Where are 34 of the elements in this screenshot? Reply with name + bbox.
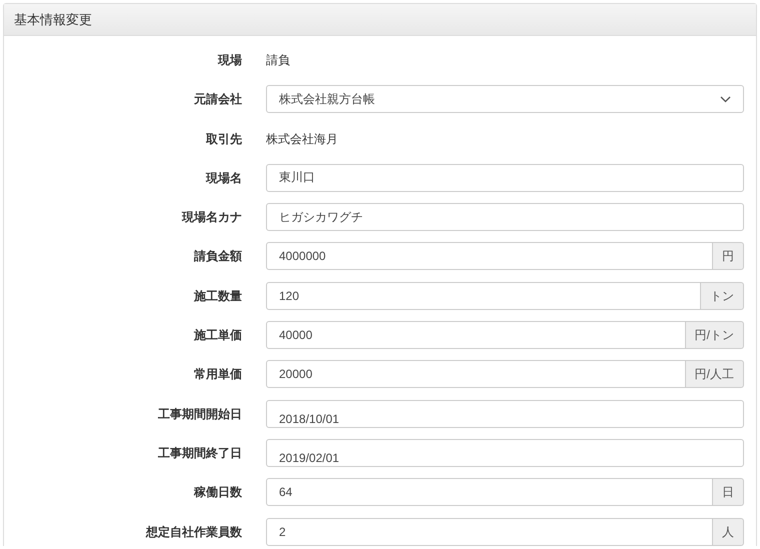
input-field[interactable]: 20000 (266, 360, 686, 388)
field-label: 想定自社作業員数 (144, 524, 242, 541)
select-field[interactable]: 株式会社親方台帳 (266, 85, 744, 114)
unit-addon: トン (701, 282, 744, 310)
input-field[interactable]: 64 (266, 478, 713, 506)
panel-title: 基本情報変更 (14, 10, 92, 29)
field-label: 施工数量 (192, 288, 242, 305)
unit-addon: 人 (713, 518, 744, 546)
field-label: 元請会社 (193, 91, 242, 108)
field-label: 請負金額 (192, 248, 242, 266)
field-label: 現場 (216, 52, 242, 69)
input-field[interactable]: 120 (266, 282, 701, 310)
unit-addon: 日 (713, 478, 744, 506)
unit-addon: 円 (713, 242, 744, 270)
input-field[interactable]: 40000 (266, 321, 686, 350)
unit-addon: 円/トン (686, 321, 744, 350)
input-field[interactable]: ヒガシカワグチ (266, 203, 744, 232)
input-field[interactable]: 2 (266, 518, 713, 546)
field-label: 施工単価 (192, 327, 242, 344)
field-label: 常用単価 (193, 366, 242, 384)
field-value: 株式会社海月 (266, 130, 338, 148)
field-label: 現場名 (204, 170, 242, 187)
field-label: 取引先 (205, 130, 242, 148)
input-field[interactable]: 東川口 (266, 164, 744, 192)
input-field[interactable]: 4000000 (266, 242, 713, 270)
field-value: 請負 (266, 52, 290, 69)
date-field[interactable]: 2018/10/01 (266, 400, 744, 428)
field-label: 工事期間開始日 (157, 406, 242, 423)
date-field[interactable]: 2019/02/01 (266, 438, 744, 467)
chevron-down-icon (720, 96, 731, 103)
field-label: 稼働日数 (192, 484, 242, 502)
unit-addon: 円/人工 (686, 360, 744, 388)
field-label: 現場名カナ (180, 209, 242, 226)
field-label: 工事期間終了日 (157, 444, 242, 462)
